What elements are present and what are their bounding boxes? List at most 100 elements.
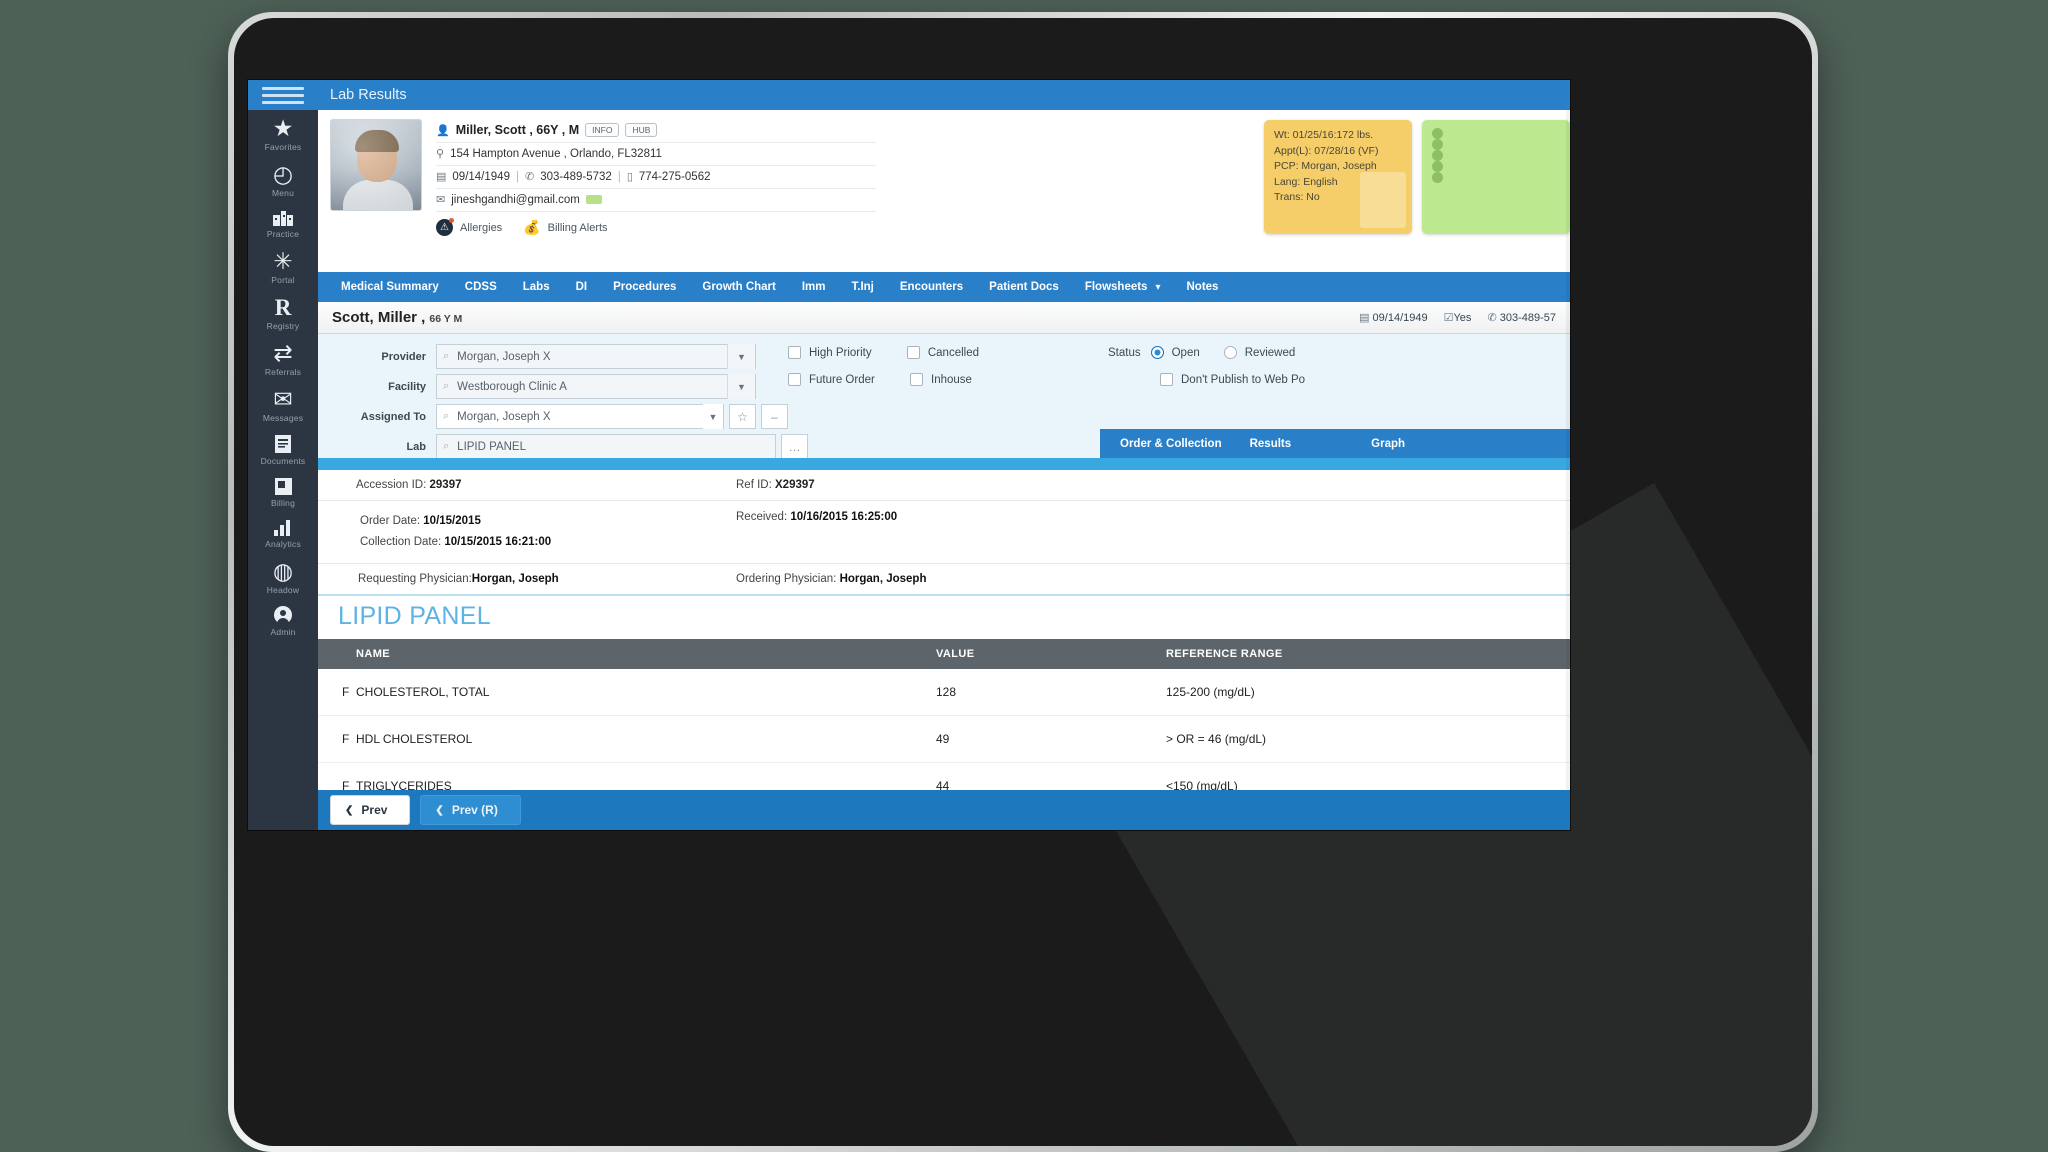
- patient-banner: 👤 Miller, Scott , 66Y , M INFO HUB ⚲ 154…: [318, 110, 1570, 272]
- tab-procedures[interactable]: Procedures: [600, 272, 689, 302]
- order-filter-form: Provider ⌕ Morgan, Joseph X ▼ Facility ⌕…: [318, 334, 1570, 489]
- tab-di[interactable]: DI: [563, 272, 601, 302]
- sidebar-label: Billing: [270, 498, 296, 508]
- sidebar-item-portal[interactable]: ✳ Portal: [248, 243, 318, 289]
- checkbox-future-order[interactable]: Future Order: [788, 373, 875, 386]
- column-value: VALUE: [936, 639, 1166, 669]
- tab-results[interactable]: Results: [1236, 429, 1306, 459]
- checkbox-high-priority[interactable]: High Priority: [788, 346, 872, 359]
- assigned-to-input[interactable]: ⌕ Morgan, Joseph X ▼: [436, 404, 724, 429]
- accession-value: 29397: [429, 479, 462, 491]
- phone-icon: ✆: [1487, 312, 1497, 324]
- card-line: [1432, 128, 1560, 139]
- checkbox-inhouse[interactable]: Inhouse: [910, 373, 972, 386]
- hub-button[interactable]: HUB: [625, 123, 658, 137]
- refid-label: Ref ID:: [736, 479, 772, 491]
- table-row[interactable]: F CHOLESTEROL, TOTAL 128 125-200 (mg/dL): [318, 669, 1570, 716]
- chevron-down-icon[interactable]: ▼: [727, 344, 755, 369]
- allergies-label[interactable]: Allergies: [460, 222, 502, 234]
- sidebar-label: Favorites: [264, 142, 302, 152]
- sidebar-item-favorites[interactable]: ★ Favorites: [248, 110, 318, 156]
- radio-reviewed[interactable]: Reviewed: [1223, 346, 1295, 359]
- tab-tinj[interactable]: T.Inj: [839, 272, 887, 302]
- chevron-down-icon[interactable]: ▼: [727, 374, 755, 399]
- sidebar-item-registry[interactable]: R Registry: [248, 289, 318, 335]
- tab-patient-docs[interactable]: Patient Docs: [976, 272, 1072, 302]
- sidebar-item-headow[interactable]: ◍ Headow: [248, 553, 318, 599]
- patient-name: Miller, Scott , 66Y , M: [455, 123, 580, 137]
- sidebar-item-menu[interactable]: ◴ Menu: [248, 156, 318, 202]
- order-date-line: Order Date: 10/15/2015: [360, 511, 736, 532]
- radio-open[interactable]: Open: [1150, 346, 1200, 359]
- provider-input[interactable]: ⌕ Morgan, Joseph X ▼: [436, 344, 756, 369]
- checkbox-box: [788, 373, 801, 386]
- checkbox-dont-publish[interactable]: Don't Publish to Web Po: [1160, 373, 1305, 386]
- document-icon: [274, 434, 292, 454]
- prev-r-button[interactable]: ❮ Prev (R): [420, 795, 521, 825]
- ordering-physician-cell: Ordering Physician: Horgan, Joseph: [736, 573, 926, 585]
- card-line: PCP: Morgan, Joseph: [1274, 160, 1377, 172]
- clinical-summary-card: Wt: 01/25/16:172 lbs. Appt(L): 07/28/16 …: [1264, 120, 1412, 234]
- assigned-to-value: Morgan, Joseph X: [457, 410, 551, 423]
- order-dates-cell: Order Date: 10/15/2015 Collection Date: …: [360, 511, 736, 553]
- mail-icon: ✉: [436, 194, 446, 206]
- calendar-icon: ▤: [1359, 312, 1370, 324]
- window-title-bar: Lab Results: [318, 80, 1570, 110]
- accession-cell: Accession ID: 29397: [356, 479, 736, 491]
- status-card: [1422, 120, 1570, 234]
- prev-button[interactable]: ❮ Prev: [330, 795, 411, 825]
- billing-alert-icon[interactable]: 💰: [523, 219, 540, 236]
- favorite-star-button[interactable]: ☆: [729, 404, 756, 429]
- lab-more-button[interactable]: …: [781, 434, 808, 459]
- sidebar-item-practice[interactable]: Practice: [248, 202, 318, 243]
- facility-input[interactable]: ⌕ Westborough Clinic A ▼: [436, 374, 756, 399]
- sidebar-label: Admin: [270, 627, 296, 637]
- sidebar-label: Practice: [266, 229, 300, 239]
- sidebar-item-admin[interactable]: Admin: [248, 599, 318, 641]
- tab-notes[interactable]: Notes: [1174, 272, 1232, 302]
- tab-encounters[interactable]: Encounters: [887, 272, 976, 302]
- tab-growth-chart[interactable]: Growth Chart: [689, 272, 788, 302]
- sidebar-item-referrals[interactable]: ⇄ Referrals: [248, 335, 318, 381]
- dont-publish-row: Don't Publish to Web Po: [1108, 373, 1337, 400]
- facility-value: Westborough Clinic A: [457, 380, 567, 393]
- patient-email-row: ✉ jineshgandhi@gmail.com: [436, 189, 876, 212]
- clock-icon: ◴: [272, 161, 294, 187]
- table-row[interactable]: F HDL CHOLESTEROL 49 > OR = 46 (mg/dL): [318, 715, 1570, 763]
- patient-dob: 09/14/1949: [452, 170, 510, 183]
- sidebar-item-analytics[interactable]: Analytics: [248, 512, 318, 553]
- chevron-down-icon[interactable]: ▼: [703, 404, 723, 429]
- sidebar-item-messages[interactable]: ✉ Messages: [248, 381, 318, 427]
- collection-date-line: Collection Date: 10/15/2015 16:21:00: [360, 532, 736, 553]
- billing-icon: [274, 477, 293, 496]
- tab-imm[interactable]: Imm: [789, 272, 839, 302]
- info-button[interactable]: INFO: [585, 123, 620, 137]
- card-line: [1432, 161, 1560, 172]
- status-dot-icon: [1432, 128, 1443, 139]
- chevron-left-icon: ❮: [345, 804, 354, 816]
- allergy-icon[interactable]: ⚠: [436, 218, 454, 236]
- radio-button: [1150, 346, 1164, 359]
- sidebar-item-billing[interactable]: Billing: [248, 470, 318, 512]
- clear-button[interactable]: –: [761, 404, 788, 429]
- radio-button: [1223, 346, 1237, 359]
- hamburger-menu-button[interactable]: [248, 80, 318, 110]
- billing-alerts-label[interactable]: Billing Alerts: [548, 222, 608, 234]
- sidebar-item-documents[interactable]: Documents: [248, 427, 318, 470]
- tab-labs[interactable]: Labs: [510, 272, 563, 302]
- patient-strip: Scott, Miller , 66 Y M ▤ 09/14/1949 ☑Yes …: [318, 302, 1570, 334]
- tab-graph[interactable]: Graph: [1357, 429, 1419, 459]
- accession-label: Accession ID:: [356, 479, 427, 491]
- status-row: Status Open Reviewed: [1108, 346, 1337, 359]
- lab-input[interactable]: ⌕ LIPID PANEL: [436, 434, 776, 459]
- tab-order-collection[interactable]: Order & Collection: [1106, 429, 1236, 459]
- results-table: NAME VALUE REFERENCE RANGE F CHOLESTEROL…: [318, 639, 1570, 810]
- row-name: CHOLESTEROL, TOTAL: [356, 669, 936, 716]
- checkbox-cancelled[interactable]: Cancelled: [906, 346, 979, 359]
- tab-cdss[interactable]: CDSS: [452, 272, 510, 302]
- tab-flowsheets[interactable]: Flowsheets: [1072, 272, 1174, 303]
- tab-medical-summary[interactable]: Medical Summary: [328, 272, 452, 302]
- patient-address: 154 Hampton Avenue , Orlando, FL32811: [450, 147, 662, 160]
- sidebar-label: Menu: [271, 188, 295, 198]
- tablet-frame: ★ Favorites ◴ Menu Practice ✳ Portal R R…: [228, 12, 1818, 1152]
